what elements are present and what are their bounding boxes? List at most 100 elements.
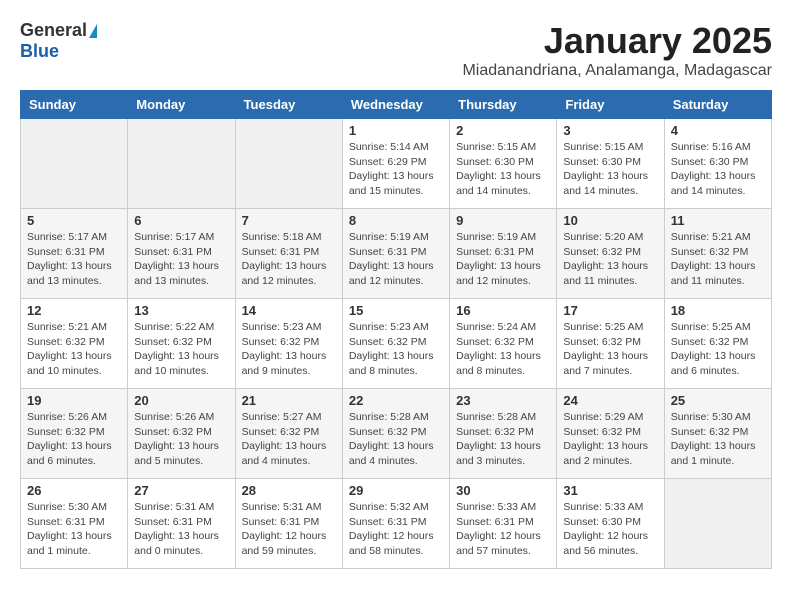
day-cell: 2 Sunrise: 5:15 AM Sunset: 6:30 PM Daylig… [450, 119, 557, 209]
day-number: 30 [456, 483, 550, 498]
day-info: Sunrise: 5:21 AM Sunset: 6:32 PM Dayligh… [671, 230, 765, 289]
day-number: 4 [671, 123, 765, 138]
day-cell: 17 Sunrise: 5:25 AM Sunset: 6:32 PM Dayli… [557, 299, 664, 389]
day-info: Sunrise: 5:21 AM Sunset: 6:32 PM Dayligh… [27, 320, 121, 379]
day-info: Sunrise: 5:26 AM Sunset: 6:32 PM Dayligh… [27, 410, 121, 469]
header-wednesday: Wednesday [342, 91, 449, 119]
day-cell: 26 Sunrise: 5:30 AM Sunset: 6:31 PM Dayli… [21, 479, 128, 569]
day-number: 31 [563, 483, 657, 498]
day-info: Sunrise: 5:25 AM Sunset: 6:32 PM Dayligh… [563, 320, 657, 379]
day-cell: 14Sunrise: 5:23 AM Sunset: 6:32 PM Dayli… [235, 299, 342, 389]
day-number: 21 [242, 393, 336, 408]
day-number: 17 [563, 303, 657, 318]
title-block: January 2025 Miadanandriana, Analamanga,… [462, 20, 772, 80]
day-number: 26 [27, 483, 121, 498]
day-cell: 7 Sunrise: 5:18 AM Sunset: 6:31 PM Daylig… [235, 209, 342, 299]
day-info: Sunrise: 5:31 AM Sunset: 6:31 PM Dayligh… [134, 500, 228, 559]
day-cell: 25Sunrise: 5:30 AM Sunset: 6:32 PM Dayli… [664, 389, 771, 479]
header-monday: Monday [128, 91, 235, 119]
day-cell: 22Sunrise: 5:28 AM Sunset: 6:32 PM Dayli… [342, 389, 449, 479]
day-cell: 11 Sunrise: 5:21 AM Sunset: 6:32 PM Dayli… [664, 209, 771, 299]
day-cell: 23 Sunrise: 5:28 AM Sunset: 6:32 PM Dayli… [450, 389, 557, 479]
week-row-5: 26 Sunrise: 5:30 AM Sunset: 6:31 PM Dayli… [21, 479, 772, 569]
day-cell: 9Sunrise: 5:19 AM Sunset: 6:31 PM Daylig… [450, 209, 557, 299]
day-number: 25 [671, 393, 765, 408]
day-number: 7 [242, 213, 336, 228]
day-number: 23 [456, 393, 550, 408]
day-info: Sunrise: 5:31 AM Sunset: 6:31 PM Dayligh… [242, 500, 336, 559]
day-cell: 4 Sunrise: 5:16 AM Sunset: 6:30 PM Daylig… [664, 119, 771, 209]
day-info: Sunrise: 5:28 AM Sunset: 6:32 PM Dayligh… [456, 410, 550, 469]
day-number: 18 [671, 303, 765, 318]
day-number: 24 [563, 393, 657, 408]
day-number: 27 [134, 483, 228, 498]
day-number: 19 [27, 393, 121, 408]
logo-blue-text: Blue [20, 41, 97, 62]
week-row-2: 5Sunrise: 5:17 AM Sunset: 6:31 PM Daylig… [21, 209, 772, 299]
day-number: 2 [456, 123, 550, 138]
day-cell: 31 Sunrise: 5:33 AM Sunset: 6:30 PM Dayli… [557, 479, 664, 569]
day-cell [128, 119, 235, 209]
day-number: 1 [349, 123, 443, 138]
day-info: Sunrise: 5:18 AM Sunset: 6:31 PM Dayligh… [242, 230, 336, 289]
header-friday: Friday [557, 91, 664, 119]
day-info: Sunrise: 5:23 AM Sunset: 6:32 PM Dayligh… [349, 320, 443, 379]
day-cell: 28 Sunrise: 5:31 AM Sunset: 6:31 PM Dayli… [235, 479, 342, 569]
day-cell [21, 119, 128, 209]
logo-general-text: General [20, 20, 87, 40]
day-info: Sunrise: 5:15 AM Sunset: 6:30 PM Dayligh… [563, 140, 657, 199]
day-number: 20 [134, 393, 228, 408]
day-cell [235, 119, 342, 209]
day-cell: 1 Sunrise: 5:14 AM Sunset: 6:29 PM Daylig… [342, 119, 449, 209]
day-info: Sunrise: 5:22 AM Sunset: 6:32 PM Dayligh… [134, 320, 228, 379]
day-number: 10 [563, 213, 657, 228]
day-number: 6 [134, 213, 228, 228]
day-info: Sunrise: 5:33 AM Sunset: 6:31 PM Dayligh… [456, 500, 550, 559]
day-cell: 21 Sunrise: 5:27 AM Sunset: 6:32 PM Dayli… [235, 389, 342, 479]
day-cell [664, 479, 771, 569]
day-info: Sunrise: 5:14 AM Sunset: 6:29 PM Dayligh… [349, 140, 443, 199]
day-info: Sunrise: 5:24 AM Sunset: 6:32 PM Dayligh… [456, 320, 550, 379]
day-info: Sunrise: 5:30 AM Sunset: 6:31 PM Dayligh… [27, 500, 121, 559]
day-info: Sunrise: 5:25 AM Sunset: 6:32 PM Dayligh… [671, 320, 765, 379]
day-number: 8 [349, 213, 443, 228]
day-info: Sunrise: 5:28 AM Sunset: 6:32 PM Dayligh… [349, 410, 443, 469]
day-number: 16 [456, 303, 550, 318]
day-cell: 8 Sunrise: 5:19 AM Sunset: 6:31 PM Daylig… [342, 209, 449, 299]
day-info: Sunrise: 5:17 AM Sunset: 6:31 PM Dayligh… [134, 230, 228, 289]
week-row-3: 12 Sunrise: 5:21 AM Sunset: 6:32 PM Dayli… [21, 299, 772, 389]
day-cell: 3Sunrise: 5:15 AM Sunset: 6:30 PM Daylig… [557, 119, 664, 209]
day-cell: 27 Sunrise: 5:31 AM Sunset: 6:31 PM Dayli… [128, 479, 235, 569]
day-info: Sunrise: 5:29 AM Sunset: 6:32 PM Dayligh… [563, 410, 657, 469]
page-header: General Blue January 2025 Miadanandriana… [20, 20, 772, 80]
location: Miadanandriana, Analamanga, Madagascar [462, 62, 772, 80]
day-info: Sunrise: 5:23 AM Sunset: 6:32 PM Dayligh… [242, 320, 336, 379]
week-row-1: 1 Sunrise: 5:14 AM Sunset: 6:29 PM Daylig… [21, 119, 772, 209]
calendar-table: SundayMondayTuesdayWednesdayThursdayFrid… [20, 90, 772, 569]
day-info: Sunrise: 5:16 AM Sunset: 6:30 PM Dayligh… [671, 140, 765, 199]
day-cell: 10Sunrise: 5:20 AM Sunset: 6:32 PM Dayli… [557, 209, 664, 299]
day-cell: 30 Sunrise: 5:33 AM Sunset: 6:31 PM Dayli… [450, 479, 557, 569]
day-info: Sunrise: 5:32 AM Sunset: 6:31 PM Dayligh… [349, 500, 443, 559]
day-cell: 20Sunrise: 5:26 AM Sunset: 6:32 PM Dayli… [128, 389, 235, 479]
day-cell: 16 Sunrise: 5:24 AM Sunset: 6:32 PM Dayli… [450, 299, 557, 389]
day-number: 11 [671, 213, 765, 228]
day-info: Sunrise: 5:33 AM Sunset: 6:30 PM Dayligh… [563, 500, 657, 559]
header-row: SundayMondayTuesdayWednesdayThursdayFrid… [21, 91, 772, 119]
day-number: 15 [349, 303, 443, 318]
day-info: Sunrise: 5:19 AM Sunset: 6:31 PM Dayligh… [456, 230, 550, 289]
calendar-header: SundayMondayTuesdayWednesdayThursdayFrid… [21, 91, 772, 119]
day-cell: 29Sunrise: 5:32 AM Sunset: 6:31 PM Dayli… [342, 479, 449, 569]
day-info: Sunrise: 5:27 AM Sunset: 6:32 PM Dayligh… [242, 410, 336, 469]
header-sunday: Sunday [21, 91, 128, 119]
day-number: 28 [242, 483, 336, 498]
day-number: 12 [27, 303, 121, 318]
day-cell: 13Sunrise: 5:22 AM Sunset: 6:32 PM Dayli… [128, 299, 235, 389]
day-cell: 19 Sunrise: 5:26 AM Sunset: 6:32 PM Dayli… [21, 389, 128, 479]
logo: General Blue [20, 20, 97, 62]
day-cell: 6 Sunrise: 5:17 AM Sunset: 6:31 PM Daylig… [128, 209, 235, 299]
day-info: Sunrise: 5:19 AM Sunset: 6:31 PM Dayligh… [349, 230, 443, 289]
day-cell: 18 Sunrise: 5:25 AM Sunset: 6:32 PM Dayli… [664, 299, 771, 389]
day-cell: 5Sunrise: 5:17 AM Sunset: 6:31 PM Daylig… [21, 209, 128, 299]
day-info: Sunrise: 5:15 AM Sunset: 6:30 PM Dayligh… [456, 140, 550, 199]
